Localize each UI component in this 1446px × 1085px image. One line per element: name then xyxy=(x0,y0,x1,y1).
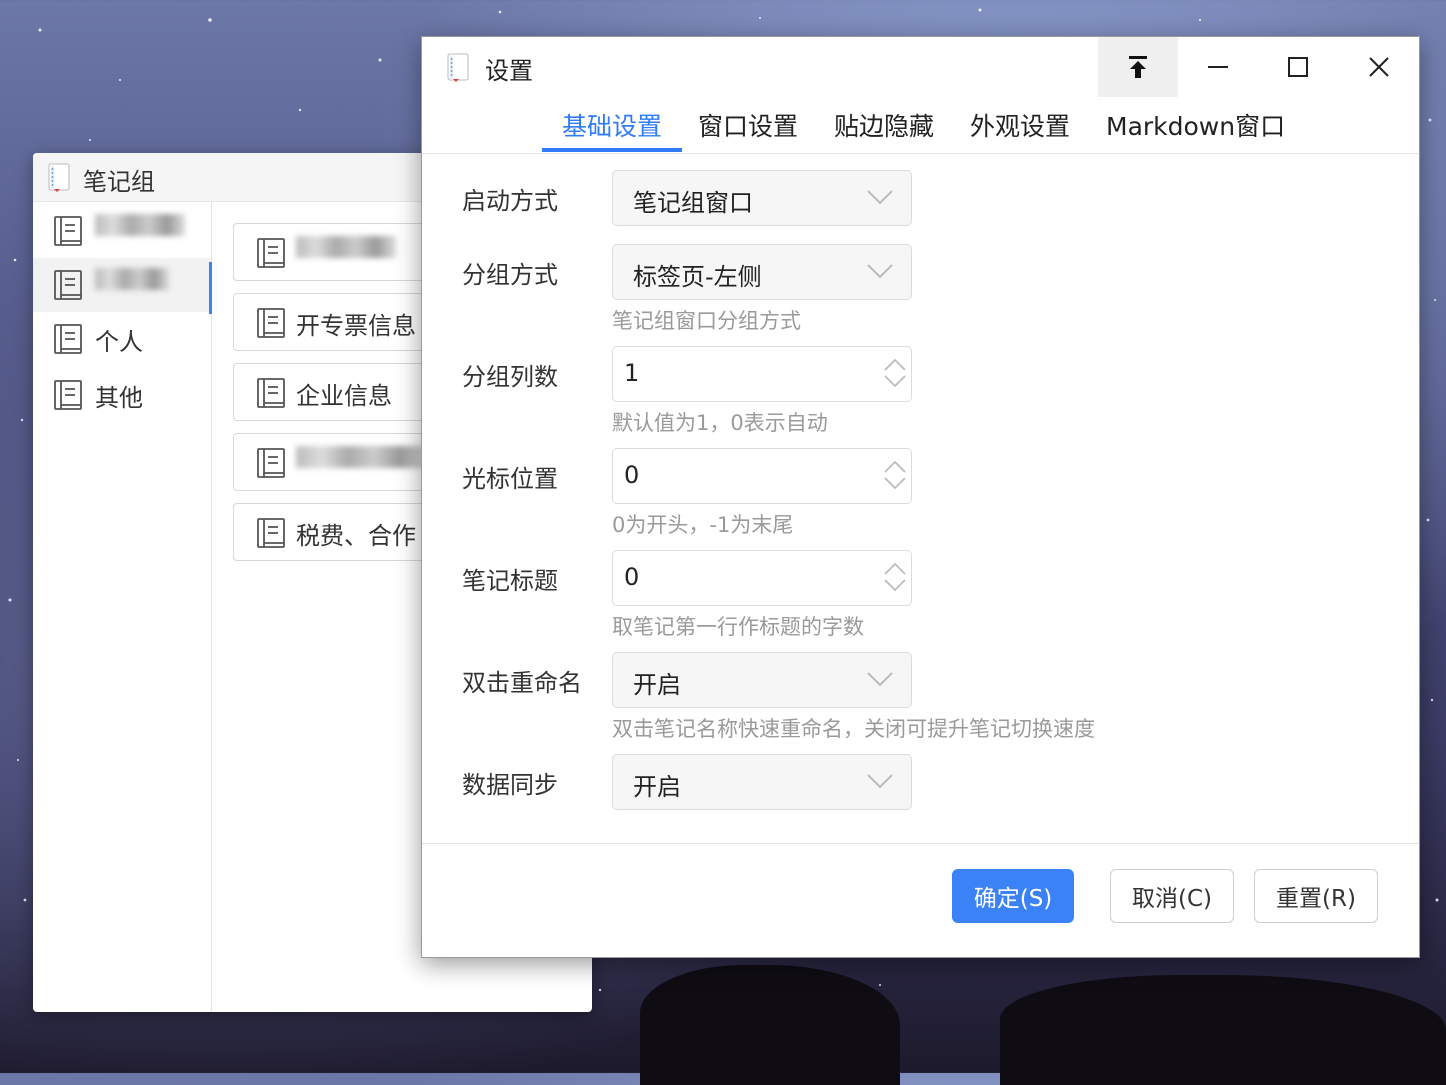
cursor-position-value: 0 xyxy=(624,461,640,489)
grouping-mode-hint: 笔记组窗口分组方式 xyxy=(612,309,801,333)
notebook-icon xyxy=(53,269,83,305)
chevron-down-icon xyxy=(867,190,893,205)
cursor-position-label: 光标位置 xyxy=(462,465,558,493)
pin-to-top-button[interactable] xyxy=(1098,37,1178,97)
startup-mode-label: 启动方式 xyxy=(462,187,558,215)
dialog-title: 设置 xyxy=(485,57,533,85)
double-click-rename-select[interactable]: 开启 xyxy=(612,652,912,708)
data-sync-label: 数据同步 xyxy=(462,771,558,799)
maximize-icon xyxy=(1288,57,1308,77)
settings-dialog: 设置 基础设置 窗口设置 贴边隐藏 外观设置 Markdown窗口 启动方式 笔… xyxy=(421,36,1420,958)
notebook-icon xyxy=(256,517,286,553)
note-title-hint: 取笔记第一行作标题的字数 xyxy=(612,615,864,639)
tree-silhouette xyxy=(640,965,900,1085)
footer-divider xyxy=(422,843,1419,844)
group-columns-value: 1 xyxy=(624,359,640,387)
notebook-icon xyxy=(256,377,286,413)
group-columns-hint: 默认值为1，0表示自动 xyxy=(612,411,828,435)
chevron-down-icon xyxy=(867,672,893,687)
spinner-arrows-icon[interactable] xyxy=(883,561,907,593)
confirm-button[interactable]: 确定(S) xyxy=(952,869,1074,923)
settings-tabs: 基础设置 窗口设置 贴边隐藏 外观设置 Markdown窗口 xyxy=(422,107,1419,154)
notebook-icon xyxy=(256,237,286,273)
close-icon xyxy=(1369,57,1389,77)
sidebar-item-group-1[interactable] xyxy=(33,204,211,258)
tab-basic-settings[interactable]: 基础设置 xyxy=(541,107,683,152)
spinner-arrows-icon[interactable] xyxy=(883,459,907,491)
group-columns-input[interactable]: 1 xyxy=(612,346,912,402)
chevron-down-icon xyxy=(867,264,893,279)
group-columns-label: 分组列数 xyxy=(462,363,558,391)
close-button[interactable] xyxy=(1339,37,1419,97)
notebook-icon xyxy=(53,379,83,415)
cursor-position-hint: 0为开头，-1为末尾 xyxy=(612,513,794,537)
data-sync-select[interactable]: 开启 xyxy=(612,754,912,810)
note-group-sidebar: 个人 其他 xyxy=(33,202,212,1012)
notebook-app-icon xyxy=(47,163,71,197)
sidebar-item-label-blurred xyxy=(95,214,185,242)
data-sync-value: 开启 xyxy=(633,773,681,801)
reset-button[interactable]: 重置(R) xyxy=(1254,869,1378,923)
tab-markdown-window[interactable]: Markdown窗口 xyxy=(1106,107,1285,151)
notebook-icon xyxy=(256,447,286,483)
sidebar-item-group-2[interactable] xyxy=(33,258,212,314)
note-card-label: 企业信息 xyxy=(296,382,392,410)
tab-edge-hide[interactable]: 贴边隐藏 xyxy=(834,107,934,151)
note-card-label-blurred xyxy=(296,236,396,264)
minimize-icon xyxy=(1208,66,1228,68)
double-click-rename-value: 开启 xyxy=(633,671,681,699)
cancel-button[interactable]: 取消(C) xyxy=(1110,869,1234,923)
grouping-mode-select[interactable]: 标签页-左侧 xyxy=(612,244,912,300)
chevron-down-icon xyxy=(867,774,893,789)
sidebar-item-personal[interactable]: 个人 xyxy=(33,312,211,366)
sidebar-item-label: 个人 xyxy=(95,328,143,356)
startup-mode-value: 笔记组窗口 xyxy=(633,189,753,217)
note-card-label: 开专票信息 xyxy=(296,312,416,340)
note-title-value: 0 xyxy=(624,563,640,591)
tab-appearance-settings[interactable]: 外观设置 xyxy=(970,107,1070,151)
note-title-label: 笔记标题 xyxy=(462,567,558,595)
cursor-position-input[interactable]: 0 xyxy=(612,448,912,504)
notebook-icon xyxy=(53,323,83,359)
note-group-title: 笔记组 xyxy=(83,168,155,196)
note-title-input[interactable]: 0 xyxy=(612,550,912,606)
notebook-app-icon xyxy=(446,53,470,87)
note-card-label: 税费、合作 xyxy=(296,522,416,550)
note-card-label-blurred xyxy=(296,446,426,474)
double-click-rename-label: 双击重命名 xyxy=(462,669,582,697)
grouping-mode-value: 标签页-左侧 xyxy=(633,263,762,291)
sidebar-item-label: 其他 xyxy=(95,384,143,412)
tab-window-settings[interactable]: 窗口设置 xyxy=(698,107,798,151)
pin-top-icon xyxy=(1129,56,1147,78)
grouping-mode-label: 分组方式 xyxy=(462,261,558,289)
notebook-icon xyxy=(53,215,83,251)
spinner-arrows-icon[interactable] xyxy=(883,357,907,389)
minimize-button[interactable] xyxy=(1178,37,1258,97)
maximize-button[interactable] xyxy=(1258,37,1338,97)
startup-mode-select[interactable]: 笔记组窗口 xyxy=(612,170,912,226)
sidebar-item-label-blurred xyxy=(95,268,169,296)
sidebar-item-other[interactable]: 其他 xyxy=(33,368,211,422)
tree-silhouette xyxy=(1000,975,1446,1085)
notebook-icon xyxy=(256,307,286,343)
double-click-rename-hint: 双击笔记名称快速重命名，关闭可提升笔记切换速度 xyxy=(612,717,1095,741)
